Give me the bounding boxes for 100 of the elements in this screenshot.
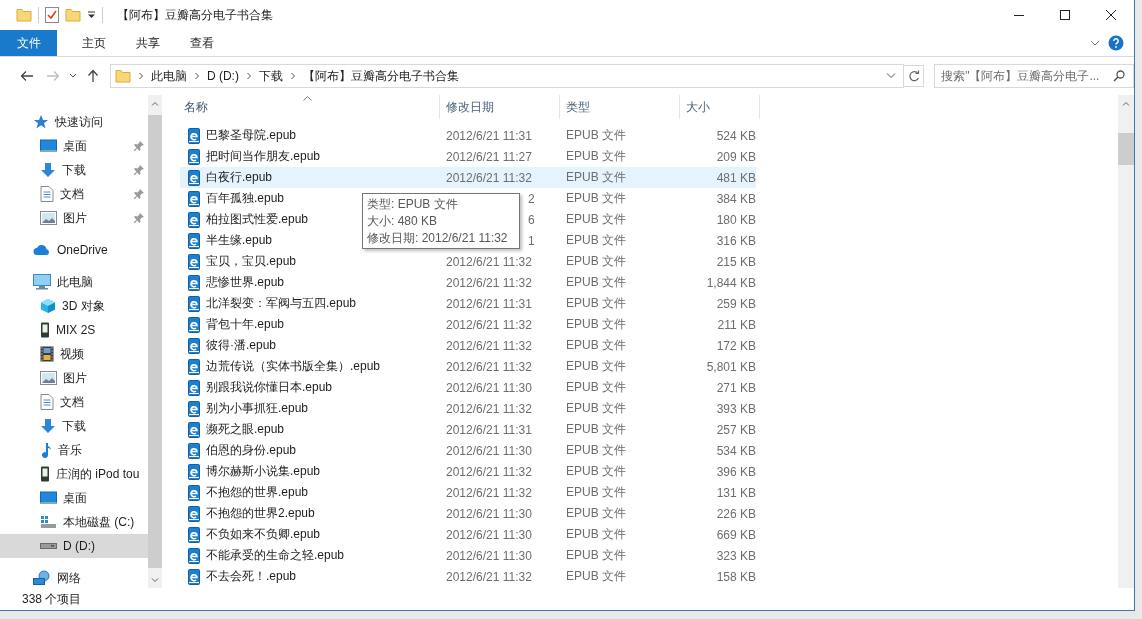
file-name[interactable]: 不负如来不负卿.epub (206, 526, 321, 543)
dropdown-icon[interactable] (87, 11, 96, 19)
file-type: EPUB 文件 (565, 127, 627, 144)
sidebar-item[interactable]: 快速访问 (0, 110, 148, 134)
ribbon-tab[interactable]: 查看 (175, 30, 229, 56)
properties-icon[interactable] (45, 7, 59, 23)
scroll-down-icon[interactable] (151, 577, 159, 583)
file-type: EPUB 文件 (565, 253, 627, 270)
date-modified: 2012/6/21 11:30 (445, 548, 533, 563)
file-name[interactable]: 把时间当作朋友.epub (206, 148, 321, 165)
file-name[interactable]: 不抱怨的世界2.epub (206, 505, 315, 522)
date-modified: 2012/6/21 11:32 (445, 359, 533, 374)
file-name[interactable]: 不抱怨的世界.epub (206, 484, 309, 501)
file-name[interactable]: 边荒传说（实体书版全集）.epub (206, 358, 381, 375)
expand-ribbon-icon[interactable] (1090, 40, 1100, 46)
file-name[interactable]: 白夜行.epub (206, 169, 273, 186)
breadcrumb-item[interactable]: 此电脑 (144, 67, 193, 85)
column-header[interactable]: 类型 (560, 95, 680, 119)
file-name[interactable]: 百年孤独.epub (206, 190, 285, 207)
file-list-scrollbar[interactable] (1118, 95, 1134, 588)
search-field[interactable]: 搜索"【阿布】豆瓣高分电子... (934, 64, 1134, 88)
file-size: 259 KB (715, 296, 756, 311)
sidebar-item[interactable]: 图片 (0, 206, 148, 230)
file-type: EPUB 文件 (565, 148, 627, 165)
sidebar-item[interactable]: D (D:) (0, 534, 148, 558)
sidebar-item[interactable]: 桌面 (0, 134, 148, 158)
sidebar-item[interactable]: 视频 (0, 342, 148, 366)
scroll-up-icon[interactable] (151, 100, 159, 106)
file-name[interactable]: 伯恩的身份.epub (206, 442, 297, 459)
file-size: 481 KB (715, 170, 756, 185)
sidebar-item[interactable]: 文档 (0, 390, 148, 414)
file-name[interactable]: 背包十年.epub (206, 316, 285, 333)
new-folder-icon[interactable] (65, 8, 81, 22)
file-name[interactable]: 悲惨世界.epub (206, 274, 285, 291)
file-name[interactable]: 濒死之眼.epub (206, 421, 285, 438)
sidebar-item[interactable]: 文档 (0, 182, 148, 206)
sidebar-item[interactable]: 下载 (0, 158, 148, 182)
file-type: EPUB 文件 (565, 211, 627, 228)
file-size: 524 KB (715, 128, 756, 143)
file-name[interactable]: 巴黎圣母院.epub (206, 127, 297, 144)
file-size: 209 KB (715, 149, 756, 164)
desktop-icon (40, 491, 57, 505)
sidebar-item[interactable]: 网络 (0, 566, 148, 590)
breadcrumb-item[interactable]: D (D:) (200, 69, 245, 83)
help-icon[interactable] (1108, 35, 1124, 51)
file-name[interactable]: 北洋裂变：军阀与五四.epub (206, 295, 357, 312)
file-name[interactable]: 博尔赫斯小说集.epub (206, 463, 321, 480)
file-name[interactable]: 不去会死！.epub (206, 568, 297, 585)
sidebar-item[interactable]: 此电脑 (0, 270, 148, 294)
folder-icon (114, 69, 131, 83)
file-name[interactable]: 彼得·潘.epub (206, 337, 277, 354)
sidebar-item[interactable]: 下载 (0, 414, 148, 438)
sidebar-item-label: 3D 对象 (62, 297, 105, 315)
scroll-up-icon[interactable] (1122, 100, 1130, 106)
refresh-button[interactable] (904, 65, 925, 87)
address-bar[interactable]: 此电脑 D (D:) 下载 【阿布】豆瓣高分电子书合集 (109, 64, 905, 88)
chevron-down-icon[interactable] (885, 72, 898, 80)
ebook-file-icon (188, 442, 200, 459)
breadcrumb-item[interactable]: 下载 (252, 67, 289, 85)
file-name[interactable]: 柏拉图式性爱.epub (206, 211, 309, 228)
column-header[interactable]: 大小 (680, 95, 760, 119)
ebook-file-icon (188, 295, 200, 312)
sidebar-item[interactable]: MIX 2S (0, 318, 148, 342)
ribbon-tab[interactable]: 主页 (67, 30, 121, 56)
file-name[interactable]: 别为小事抓狂.epub (206, 400, 309, 417)
sidebar-item[interactable]: OneDrive (0, 238, 148, 262)
file-type: EPUB 文件 (565, 169, 627, 186)
file-size: 180 KB (715, 212, 756, 227)
ribbon-tab[interactable]: 共享 (121, 30, 175, 56)
file-name[interactable]: 别跟我说你懂日本.epub (206, 379, 333, 396)
sidebar-item[interactable]: 3D 对象 (0, 294, 148, 318)
file-size: 226 KB (715, 506, 756, 521)
chevron-right-icon (136, 72, 145, 80)
sidebar-item[interactable]: 桌面 (0, 486, 148, 510)
file-name[interactable]: 半生缘.epub (206, 232, 273, 249)
file-name[interactable]: 不能承受的生命之轻.epub (206, 547, 345, 564)
sidebar-item[interactable]: 音乐 (0, 438, 148, 462)
column-header[interactable]: 名称 (170, 95, 440, 119)
sidebar-item[interactable]: 庄润的 iPod tou (0, 462, 148, 486)
music-note-icon (40, 442, 52, 458)
document-icon (40, 186, 54, 202)
file-menu-button[interactable]: 文件 (0, 30, 57, 56)
scrollbar-thumb[interactable] (1118, 133, 1134, 165)
search-icon (1113, 70, 1125, 82)
file-type: EPUB 文件 (565, 316, 627, 333)
close-icon (1106, 10, 1116, 20)
file-name[interactable]: 宝贝，宝贝.epub (206, 253, 297, 270)
file-type: EPUB 文件 (565, 484, 627, 501)
selected-row[interactable]: 白夜行.epub 2012/6/21 11:32 EPUB 文件 481 KB (180, 167, 756, 188)
file-size: 158 KB (715, 569, 756, 584)
sidebar-item-label: 下载 (62, 417, 86, 435)
sidebar-item-label: OneDrive (57, 243, 108, 257)
breadcrumb-item[interactable]: 【阿布】豆瓣高分电子书合集 (296, 67, 465, 85)
file-size: 172 KB (715, 338, 756, 353)
sidebar-item[interactable]: 本地磁盘 (C:) (0, 510, 148, 534)
date-modified: 2012/6/21 11:30 (445, 527, 533, 542)
file-size: 5,801 KB (705, 359, 756, 374)
sidebar-item[interactable]: 图片 (0, 366, 148, 390)
column-header[interactable]: 修改日期 (440, 95, 560, 119)
file-type: EPUB 文件 (565, 274, 627, 291)
